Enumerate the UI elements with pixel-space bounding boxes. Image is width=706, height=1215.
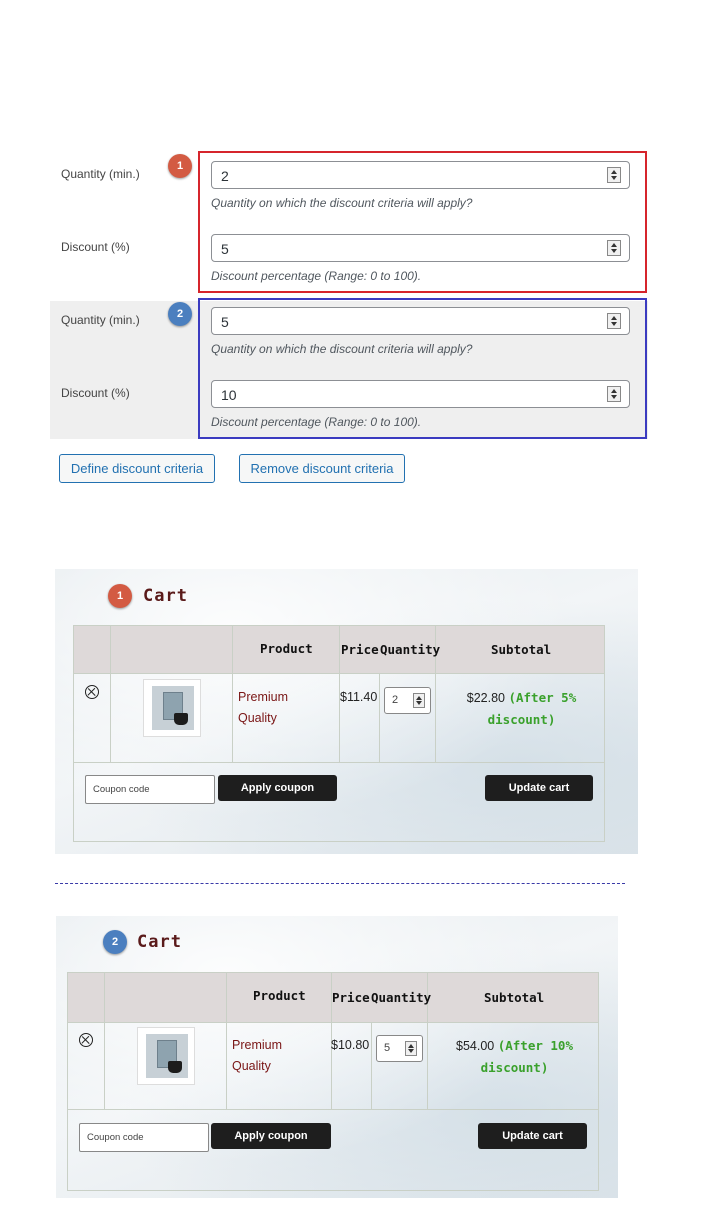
spinner-arrows-icon[interactable] [413,693,425,708]
item-subtotal: $22.80 (After 5% discount) [439,687,604,731]
apply-coupon-button[interactable]: Apply coupon [211,1123,331,1149]
product-thumbnail-image[interactable] [137,1027,195,1085]
step-badge-2: 2 [103,930,127,954]
item-price: $10.80 [331,1038,370,1052]
column-price: Price [332,990,370,1005]
column-product: Product [253,988,306,1003]
cart-title: Cart [143,586,188,606]
cart-panel-1: 1 Cart Product Price Quantity Subtotal P… [55,569,638,854]
column-subtotal: Subtotal [484,990,545,1005]
quantity-min-label: Quantity (min.) [61,167,140,181]
product-name-line: Premium [238,690,289,704]
step-badge-2: 2 [168,302,192,326]
update-cart-button[interactable]: Update cart [485,775,593,801]
column-product: Product [260,641,313,656]
discount-note: (After 10% [497,1038,573,1053]
product-name-line: Premium [232,1038,283,1052]
quantity-stepper[interactable]: 5 [376,1035,423,1062]
define-discount-criteria-button[interactable]: Define discount criteria [59,454,215,483]
coupon-placeholder: Coupon code [93,784,150,795]
product-name-line: Quality [232,1059,271,1073]
quantity-value: 5 [384,1042,391,1054]
section-divider [55,883,625,884]
quantity-stepper[interactable]: 2 [384,687,431,714]
coupon-code-input[interactable]: Coupon code [85,775,215,804]
discount-note: discount) [487,712,556,727]
column-quantity: Quantity [380,642,441,657]
cart-table: Product Price Quantity Subtotal Premium … [73,625,605,842]
discount-note: (After 5% [508,690,577,705]
product-thumbnail-image[interactable] [143,679,201,737]
apply-coupon-button[interactable]: Apply coupon [218,775,337,801]
cart-title: Cart [137,932,182,952]
column-subtotal: Subtotal [491,642,552,657]
subtotal-amount: $54.00 [456,1039,495,1053]
coupon-code-input[interactable]: Coupon code [79,1123,209,1152]
step-badge-1: 1 [108,584,132,608]
subtotal-amount: $22.80 [466,691,505,705]
product-name-link[interactable]: Premium Quality [232,1035,312,1077]
step-badge-1: 1 [168,154,192,178]
item-subtotal: $54.00 (After 10% discount) [431,1035,598,1079]
column-quantity: Quantity [371,990,432,1005]
cart-panel-2: 2 Cart Product Price Quantity Subtotal P… [56,916,618,1198]
cart-table: Product Price Quantity Subtotal Premium … [67,972,599,1191]
highlight-frame-1 [198,151,647,293]
spinner-arrows-icon[interactable] [405,1041,417,1056]
discount-note: discount) [480,1060,549,1075]
remove-discount-criteria-button[interactable]: Remove discount criteria [239,454,405,483]
quantity-min-label: Quantity (min.) [61,313,140,327]
product-name-line: Quality [238,711,277,725]
remove-item-icon[interactable] [79,1033,93,1047]
highlight-frame-2 [198,298,647,439]
quantity-value: 2 [392,694,399,706]
discount-percent-label: Discount (%) [61,386,130,400]
remove-item-icon[interactable] [85,685,99,699]
update-cart-button[interactable]: Update cart [478,1123,587,1149]
product-name-link[interactable]: Premium Quality [238,687,318,729]
item-price: $11.40 [340,690,378,704]
discount-percent-label: Discount (%) [61,240,130,254]
column-price: Price [341,642,379,657]
coupon-placeholder: Coupon code [87,1132,144,1143]
